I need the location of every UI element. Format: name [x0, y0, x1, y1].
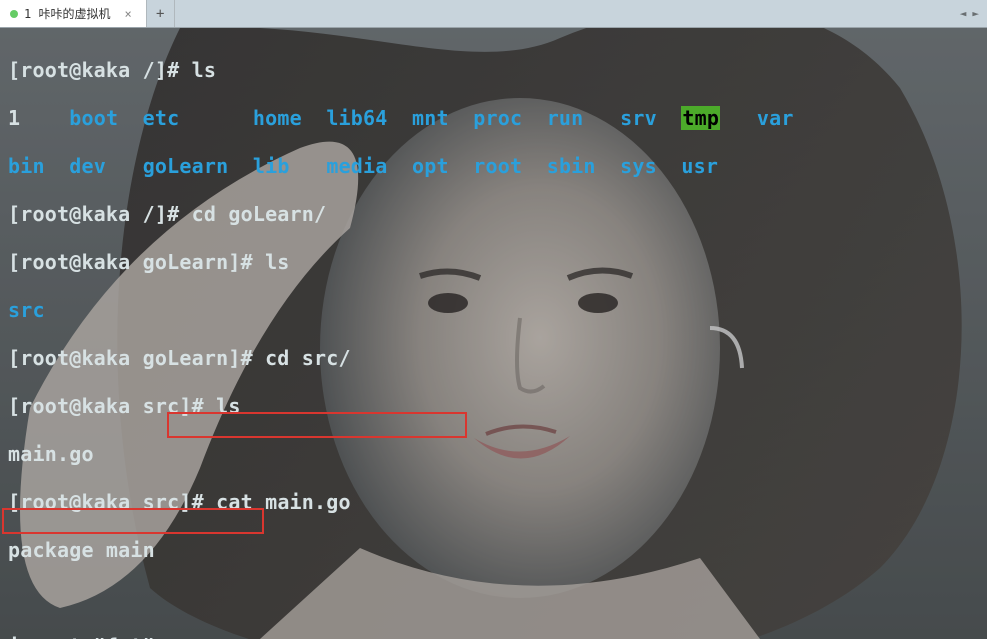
ls-item: sbin	[547, 154, 596, 178]
code-line	[8, 586, 979, 610]
tab-scroll-controls: ◄ ►	[960, 0, 987, 27]
command-text: cat main.go	[216, 490, 351, 514]
prompt: [root@kaka /]#	[8, 202, 192, 226]
ls-item: dev	[69, 154, 106, 178]
terminal-text: [root@kaka /]# ls 1 boot etc home lib64 …	[0, 28, 987, 639]
ls-item: root	[473, 154, 522, 178]
ls-item: boot	[69, 106, 118, 130]
terminal-viewport[interactable]: [root@kaka /]# ls 1 boot etc home lib64 …	[0, 28, 987, 639]
ls-item: 1	[8, 106, 20, 130]
ls-item: usr	[681, 154, 718, 178]
code-line: package main	[8, 538, 979, 562]
tab-bar: 1 咔咔的虚拟机 × + ◄ ►	[0, 0, 987, 28]
ls-item: etc	[143, 106, 180, 130]
ls-item: src	[8, 298, 45, 322]
prompt: [root@kaka /]#	[8, 58, 192, 82]
ls-item: tmp	[681, 106, 720, 130]
ls-item: lib	[253, 154, 290, 178]
prompt: [root@kaka src]#	[8, 394, 216, 418]
command-text: ls	[216, 394, 240, 418]
scroll-left-icon[interactable]: ◄	[960, 7, 967, 20]
ls-item: sys	[620, 154, 657, 178]
ls-item: opt	[412, 154, 449, 178]
prompt: [root@kaka src]#	[8, 490, 216, 514]
command-text: ls	[192, 58, 216, 82]
prompt: [root@kaka goLearn]#	[8, 346, 265, 370]
ls-item: home	[253, 106, 302, 130]
tab-active[interactable]: 1 咔咔的虚拟机 ×	[0, 0, 147, 27]
command-text: cd src/	[265, 346, 351, 370]
ls-item: media	[326, 154, 387, 178]
prompt: [root@kaka goLearn]#	[8, 250, 265, 274]
plus-icon: +	[156, 6, 164, 22]
ls-item: mnt	[412, 106, 449, 130]
new-tab-button[interactable]: +	[147, 0, 175, 27]
ls-item: srv	[620, 106, 657, 130]
ls-item: lib64	[326, 106, 387, 130]
ls-item: goLearn	[143, 154, 229, 178]
status-dot-icon	[10, 10, 18, 18]
scroll-right-icon[interactable]: ►	[972, 7, 979, 20]
code-line: import "fmt"	[8, 634, 979, 639]
tab-title: 1 咔咔的虚拟机	[24, 5, 110, 22]
ls-item: proc	[473, 106, 522, 130]
ls-item: bin	[8, 154, 45, 178]
ls-item: var	[757, 106, 794, 130]
ls-item: run	[547, 106, 584, 130]
close-icon[interactable]: ×	[124, 7, 131, 21]
command-text: cd goLearn/	[192, 202, 327, 226]
command-text: ls	[265, 250, 289, 274]
ls-item: main.go	[8, 442, 94, 466]
